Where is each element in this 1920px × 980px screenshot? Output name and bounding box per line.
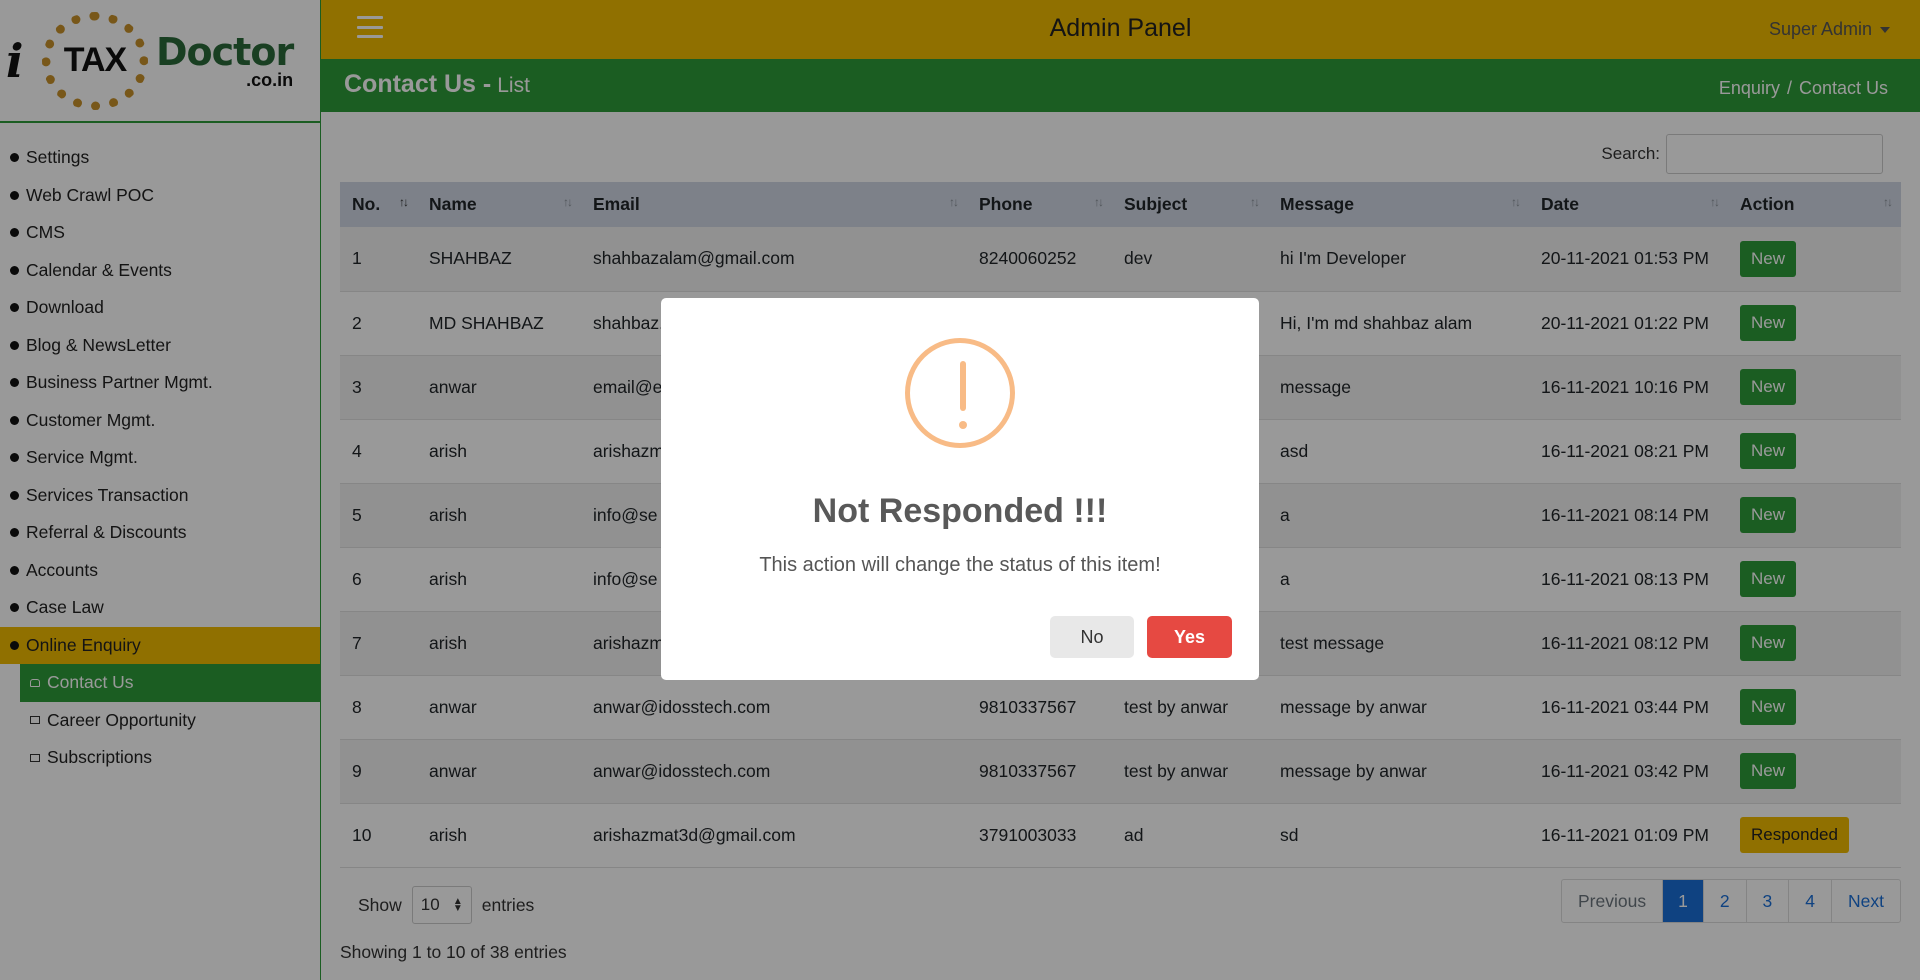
no-button[interactable]: No	[1050, 616, 1134, 658]
dialog-text: This action will change the status of th…	[759, 554, 1161, 576]
yes-button[interactable]: Yes	[1147, 616, 1232, 658]
dialog-title: Not Responded !!!	[812, 492, 1108, 530]
warning-icon	[905, 338, 1015, 448]
confirm-dialog: Not Responded !!! This action will chang…	[661, 298, 1259, 680]
